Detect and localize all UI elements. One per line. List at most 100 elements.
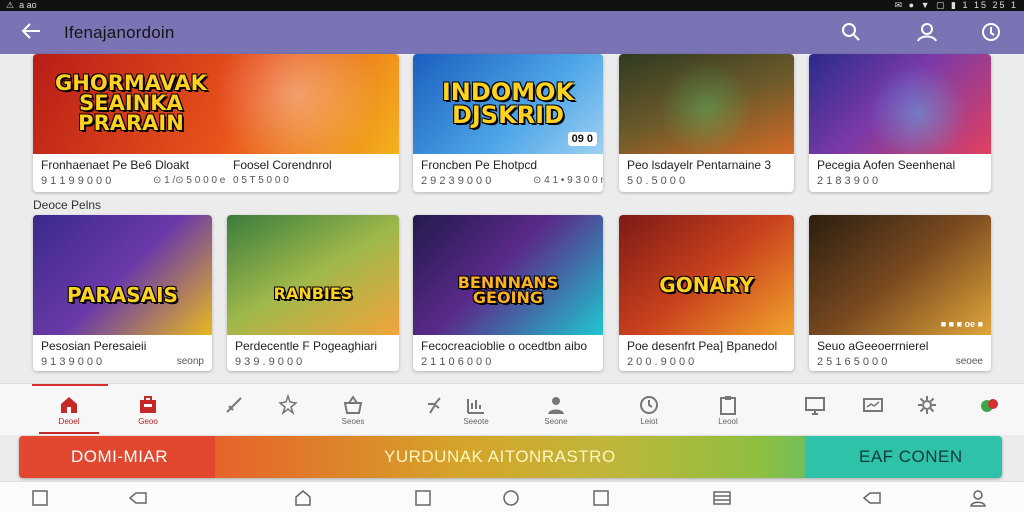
nav-item-sword[interactable]	[204, 384, 264, 434]
menu-icon[interactable]	[712, 488, 732, 508]
nav-item-home[interactable]: Deoel	[39, 384, 99, 434]
game-thumbnail: PARASAIS	[33, 215, 212, 335]
game-thumbnail: ■ ■ ■ oe ■	[809, 215, 991, 335]
content-area: GHORMAVAK SEAINKA PRARAIN Fronhaenaet Pe B…	[0, 54, 1024, 384]
featured-card[interactable]: GHORMAVAK SEAINKA PRARAIN Fronhaenaet Pe B…	[33, 54, 399, 192]
game-downloads: 9 3 9 . 9 0 0 0	[235, 356, 303, 368]
game-title: Seuo aGeeoerrnierel	[817, 339, 929, 353]
promo-banner[interactable]: DOMI-MIAR YURDUNAK AITONRASTRO EAF CONEN	[19, 436, 1002, 478]
game-rating: ⊙ 1 /⊙ 5 0 0 0 e	[153, 175, 226, 186]
featured-thumbnail	[619, 54, 794, 154]
featured-card[interactable]: INDOMOK DJSKRID 09 0 Froncben Pe Ehotpcd …	[413, 54, 603, 192]
game-downloads: 9 1 3 9 0 0 0	[41, 356, 103, 368]
game-title: Perdecentle F Pogeaghiari	[235, 339, 378, 353]
app-bar: Ifenajanordoin	[0, 11, 1024, 54]
page-title: Ifenajanordoin	[64, 23, 175, 42]
nav-item-monitor[interactable]	[785, 384, 845, 434]
game-downloads: 2 1 8 3 9 0 0	[817, 175, 879, 187]
game-title: Fronhaenaet Pe Be6 Dloakt	[41, 158, 190, 172]
game-title: Poe desenfrt Pea] Bpanedol	[627, 339, 778, 353]
game-card[interactable]: ■ ■ ■ oe ■ Seuo aGeeoerrnierel 2 5 1 6 5…	[809, 215, 991, 371]
game-card[interactable]: GONARY Poe desenfrt Pea] Bpanedol 2 0 0 …	[619, 215, 794, 371]
game-logo: GONARY	[659, 272, 754, 297]
leaf-icon	[981, 399, 998, 412]
game-size: ⊙ 4 1 • 9 3 0 0 m 1	[533, 175, 603, 186]
game-size: 0 5 T 5 0 0 0	[233, 175, 289, 186]
game-logo: GHORMAVAK SEAINKA PRARAIN	[55, 71, 207, 135]
nav-item-leaf[interactable]	[960, 384, 1020, 434]
game-thumbnail: RANBIES	[227, 215, 399, 335]
bag-icon	[140, 396, 156, 413]
person-outline-icon[interactable]	[968, 488, 988, 508]
spark-icon	[278, 394, 298, 416]
runner-icon	[428, 397, 441, 414]
game-downloads: 2 0 0 . 9 0 0 0	[627, 356, 695, 368]
basket-icon	[343, 395, 363, 414]
monitor-icon	[805, 397, 825, 415]
game-logo: BENNNANS GEOING	[457, 272, 559, 307]
game-badge: 09 0	[567, 132, 597, 146]
game-title: Fecocreacioblie o ocedtbn aibo	[421, 339, 588, 353]
featured-thumbnail	[809, 54, 991, 154]
game-card[interactable]: PARASAIS Pesosian Peresaieii 9 1 3 9 0 0…	[33, 215, 212, 371]
search-icon[interactable]	[840, 21, 862, 43]
game-title: Pecegia Aofen Seenhenal	[817, 158, 956, 172]
home-icon	[61, 397, 77, 413]
game-downloads: 2 5 1 6 5 0 0 0	[817, 356, 888, 368]
game-downloads: 5 0 . 5 0 0 0	[627, 175, 686, 187]
gear-icon	[918, 396, 936, 414]
square-icon[interactable]	[413, 488, 433, 508]
back-triangle-icon[interactable]	[128, 488, 148, 508]
game-badge: ■ ■ ■ oe ■	[940, 319, 983, 329]
clock-icon	[640, 396, 658, 414]
game-logo: RANBIES	[273, 284, 353, 304]
game-card[interactable]: BENNNANS GEOING Fecocreacioblie o ocedtbn…	[413, 215, 603, 371]
featured-thumbnail: INDOMOK DJSKRID 09 0	[413, 54, 603, 154]
nav-item-gear[interactable]	[897, 384, 957, 434]
game-logo: PARASAIS	[67, 282, 178, 307]
game-title: Peo lsdayelr Pentarnaine 3	[627, 158, 772, 172]
game-title: Froncben Pe Ehotpcd	[421, 158, 538, 172]
chart-icon	[467, 399, 484, 414]
card-icon	[863, 398, 883, 412]
system-navigation	[0, 481, 1024, 512]
nav-item-clipboard[interactable]: Leool	[698, 384, 758, 434]
sword-icon	[226, 397, 242, 413]
game-thumbnail: BENNNANS GEOING	[413, 215, 603, 335]
clipboard-icon	[720, 396, 736, 415]
nav-item-card[interactable]	[843, 384, 903, 434]
game-card[interactable]: RANBIES Perdecentle F Pogeaghiari 9 3 9 …	[227, 215, 399, 371]
nav-item-clock[interactable]: Leiot	[619, 384, 679, 434]
bottom-navigation: Deoel Geoo Seoes Seeote Seone Leiot Leoo…	[0, 383, 1024, 435]
game-downloads: 2 1 1 0 6 0 0 0	[421, 356, 492, 368]
square-icon[interactable]	[591, 488, 611, 508]
circle-icon[interactable]	[501, 488, 521, 508]
nav-item-bag[interactable]: Geoo	[118, 384, 178, 434]
status-left: ⚠ a ao	[6, 0, 37, 10]
game-title-secondary: Foosel Corendnrol	[233, 158, 332, 172]
featured-card[interactable]: Peo lsdayelr Pentarnaine 3 5 0 . 5 0 0 0	[619, 54, 794, 192]
person-icon	[548, 397, 564, 414]
game-logo: INDOMOK DJSKRID	[441, 78, 575, 129]
game-meta: seoee	[955, 356, 983, 367]
game-downloads: 2 9 2 3 9 0 0 0	[421, 175, 492, 187]
nav-item-spark[interactable]	[258, 384, 318, 434]
banner-center-text: YURDUNAK AITONRASTRO	[384, 447, 616, 466]
featured-thumbnail: GHORMAVAK SEAINKA PRARAIN	[33, 54, 399, 154]
game-title: Pesosian Peresaieii	[41, 339, 147, 353]
banner-right-text: EAF CONEN	[859, 447, 963, 466]
featured-card[interactable]: Pecegia Aofen Seenhenal 2 1 8 3 9 0 0	[809, 54, 991, 192]
section-title: Deoce Pelns	[33, 198, 102, 212]
back-arrow-icon[interactable]	[18, 20, 44, 46]
square-icon[interactable]	[30, 488, 50, 508]
game-meta: seonp	[176, 356, 204, 367]
nav-item-basket[interactable]: Seoes	[323, 384, 383, 434]
nav-item-person[interactable]: Seone	[526, 384, 586, 434]
status-bar: ⚠ a ao ✉ ● ▼ ▢ ▮ 1 15 25 1	[0, 0, 1024, 11]
status-right: ✉ ● ▼ ▢ ▮ 1 15 25 1	[894, 0, 1018, 10]
back-triangle-icon[interactable]	[862, 488, 882, 508]
profile-icon[interactable]	[916, 21, 938, 43]
help-icon[interactable]	[980, 21, 1002, 43]
home-outline-icon[interactable]	[293, 488, 313, 508]
nav-item-chart[interactable]: Seeote	[446, 384, 506, 434]
